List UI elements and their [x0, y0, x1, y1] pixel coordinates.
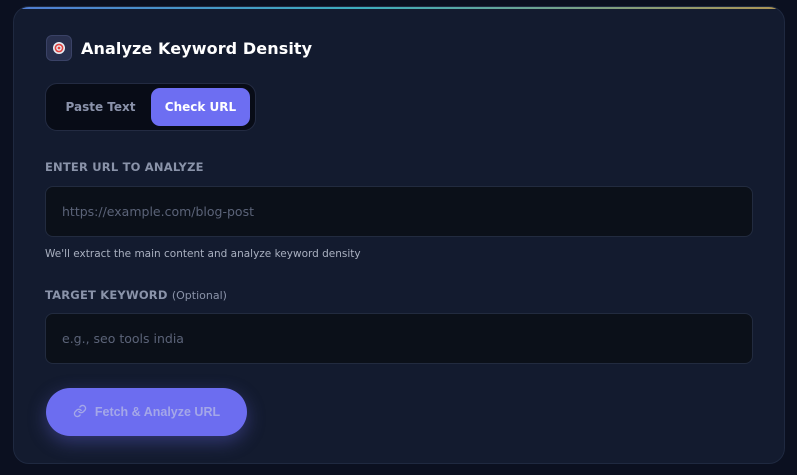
target-keyword-input[interactable] [45, 313, 753, 364]
url-field-hint: We'll extract the main content and analy… [45, 248, 361, 260]
card-accent-line [14, 7, 784, 9]
page-title: Analyze Keyword Density [81, 38, 313, 58]
url-input[interactable] [45, 186, 753, 237]
fetch-analyze-label: Fetch & Analyze URL [94, 405, 221, 419]
url-field-label: ENTER URL TO ANALYZE [45, 160, 204, 174]
input-mode-toggle: Paste Text Check URL [45, 83, 256, 131]
keyword-label-text: TARGET KEYWORD [45, 288, 168, 302]
optional-tag: (Optional) [171, 289, 227, 302]
analyze-card: Analyze Keyword Density Paste Text Check… [13, 6, 785, 464]
tab-paste-text[interactable]: Paste Text [50, 88, 151, 126]
fetch-analyze-button[interactable]: Fetch & Analyze URL [46, 388, 247, 436]
tab-check-url[interactable]: Check URL [151, 88, 250, 126]
link-icon [73, 404, 87, 421]
keyword-field-label: TARGET KEYWORD (Optional) [45, 288, 227, 302]
card-header: Analyze Keyword Density [46, 35, 312, 61]
target-icon [46, 35, 72, 61]
